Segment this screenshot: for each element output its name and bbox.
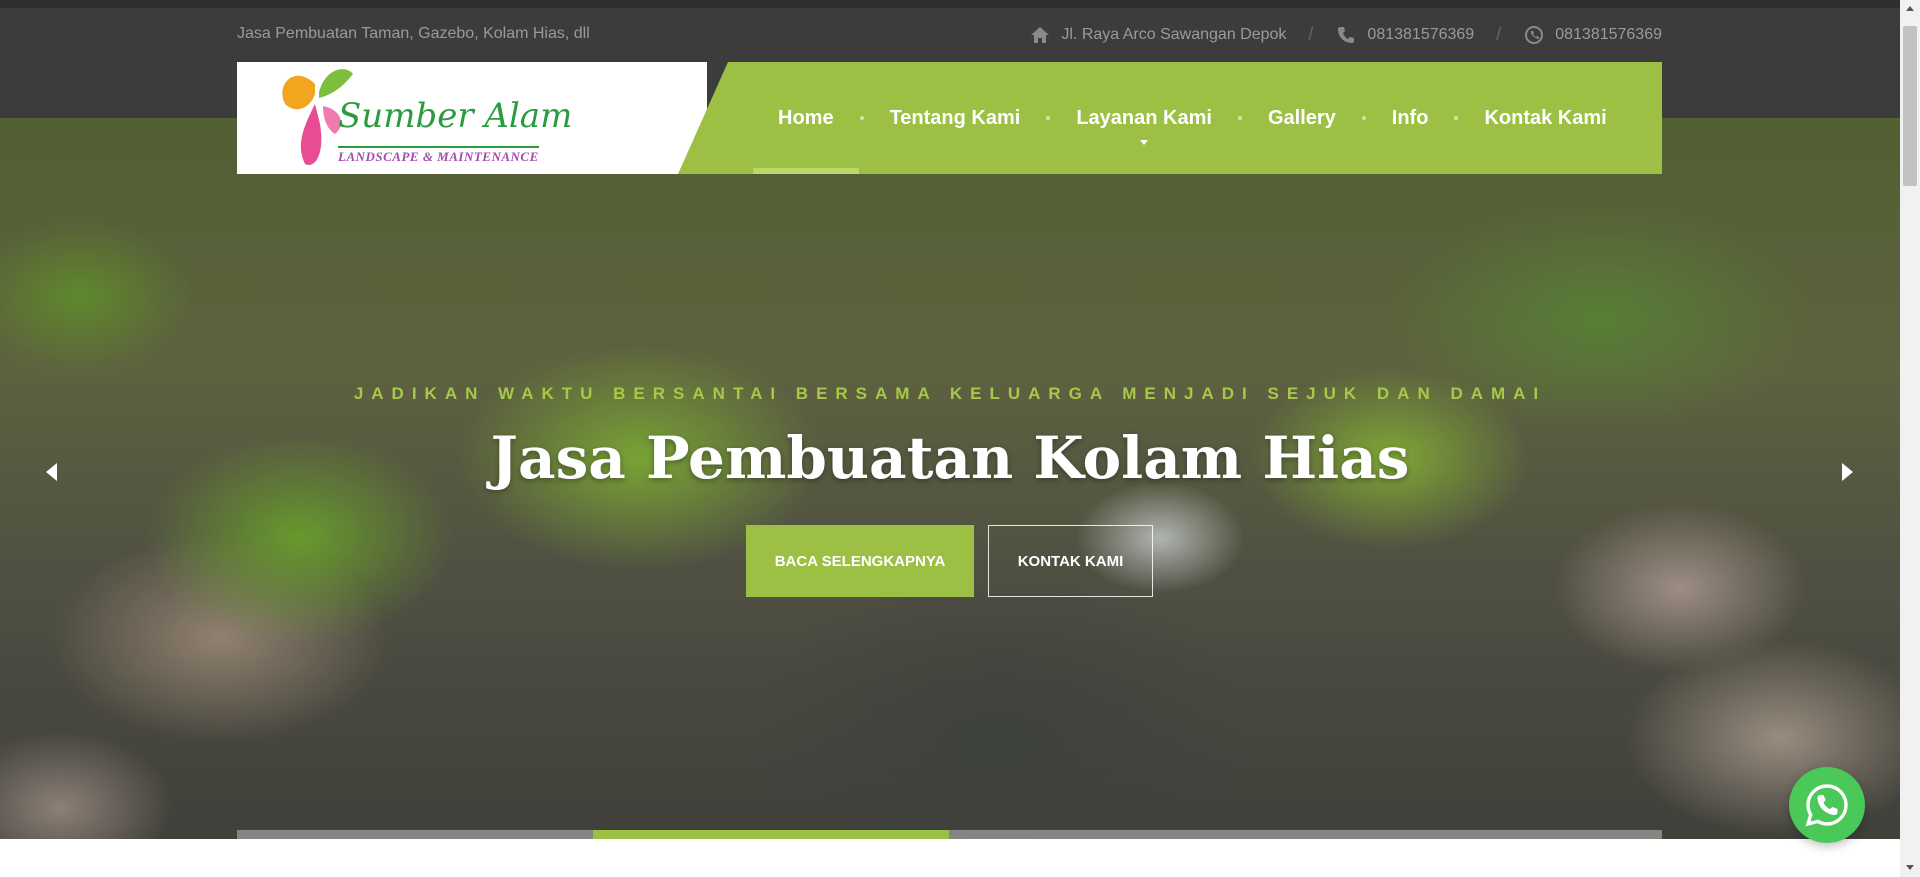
slide-progress-track <box>237 830 1662 839</box>
logo-subtitle: LANDSCAPE & MAINTENANCE <box>338 146 539 165</box>
phone-text[interactable]: 081381576369 <box>1367 26 1474 44</box>
logo-title: Sumber Alam <box>338 96 573 136</box>
whatsapp-icon <box>1805 784 1848 827</box>
whatsapp-item[interactable]: 081381576369 <box>1523 25 1662 45</box>
divider: / <box>1496 24 1502 44</box>
nav-separator <box>859 116 864 120</box>
nav-services[interactable]: Layanan Kami <box>1076 62 1212 174</box>
nav-info-label[interactable]: Info <box>1392 107 1429 130</box>
hero-slider: JADIKAN WAKTU BERSANTAI BERSAMA KELUARGA… <box>0 118 1900 839</box>
hero-title: Jasa Pembuatan Kolam Hias <box>490 424 1410 492</box>
address-text: Jl. Raya Arco Sawangan Depok <box>1061 25 1287 43</box>
nav-info[interactable]: Info <box>1392 62 1429 174</box>
nav-contact-label[interactable]: Kontak Kami <box>1484 107 1606 130</box>
page-scrollbar[interactable] <box>1900 0 1920 877</box>
nav-separator <box>1454 116 1459 120</box>
nav-separator <box>1237 116 1242 120</box>
top-contacts: Jl. Raya Arco Sawangan Depok / 081381576… <box>1029 24 1662 45</box>
main-nav: Home Tentang Kami Layanan Kami Gallery I… <box>753 62 1607 174</box>
hero-kicker: JADIKAN WAKTU BERSANTAI BERSAMA KELUARGA… <box>353 384 1547 403</box>
nav-home[interactable]: Home <box>753 62 859 174</box>
site-tagline: Jasa Pembuatan Taman, Gazebo, Kolam Hias… <box>237 25 590 42</box>
scroll-thumb[interactable] <box>1903 26 1917 186</box>
nav-active-indicator <box>753 168 859 174</box>
nav-about[interactable]: Tentang Kami <box>890 62 1021 174</box>
phone-icon <box>1335 25 1357 45</box>
home-icon <box>1029 25 1051 45</box>
slide-progress-fill <box>593 830 950 839</box>
slider-prev-icon[interactable] <box>46 463 57 481</box>
phone-item[interactable]: 081381576369 <box>1335 25 1474 45</box>
slider-next-icon[interactable] <box>1842 463 1853 481</box>
nav-gallery[interactable]: Gallery <box>1268 62 1336 174</box>
whatsapp-text[interactable]: 081381576369 <box>1555 26 1662 44</box>
scroll-down-icon[interactable] <box>1906 865 1914 870</box>
scroll-up-icon[interactable] <box>1906 6 1914 11</box>
nav-separator <box>1361 116 1366 120</box>
nav-home-label[interactable]: Home <box>778 107 834 130</box>
nav-separator <box>1046 116 1051 120</box>
divider: / <box>1308 24 1314 44</box>
read-more-button[interactable]: BACA SELENGKAPNYA <box>746 525 974 597</box>
nav-contact[interactable]: Kontak Kami <box>1484 62 1606 174</box>
caret-down-icon[interactable] <box>1140 140 1149 145</box>
nav-about-label[interactable]: Tentang Kami <box>890 107 1021 130</box>
contact-us-button[interactable]: KONTAK KAMI <box>988 525 1153 597</box>
whatsapp-icon <box>1523 25 1545 45</box>
nav-gallery-label[interactable]: Gallery <box>1268 107 1336 130</box>
whatsapp-float-button[interactable] <box>1789 767 1865 843</box>
nav-services-label[interactable]: Layanan Kami <box>1076 107 1212 130</box>
address-item: Jl. Raya Arco Sawangan Depok <box>1029 25 1286 45</box>
